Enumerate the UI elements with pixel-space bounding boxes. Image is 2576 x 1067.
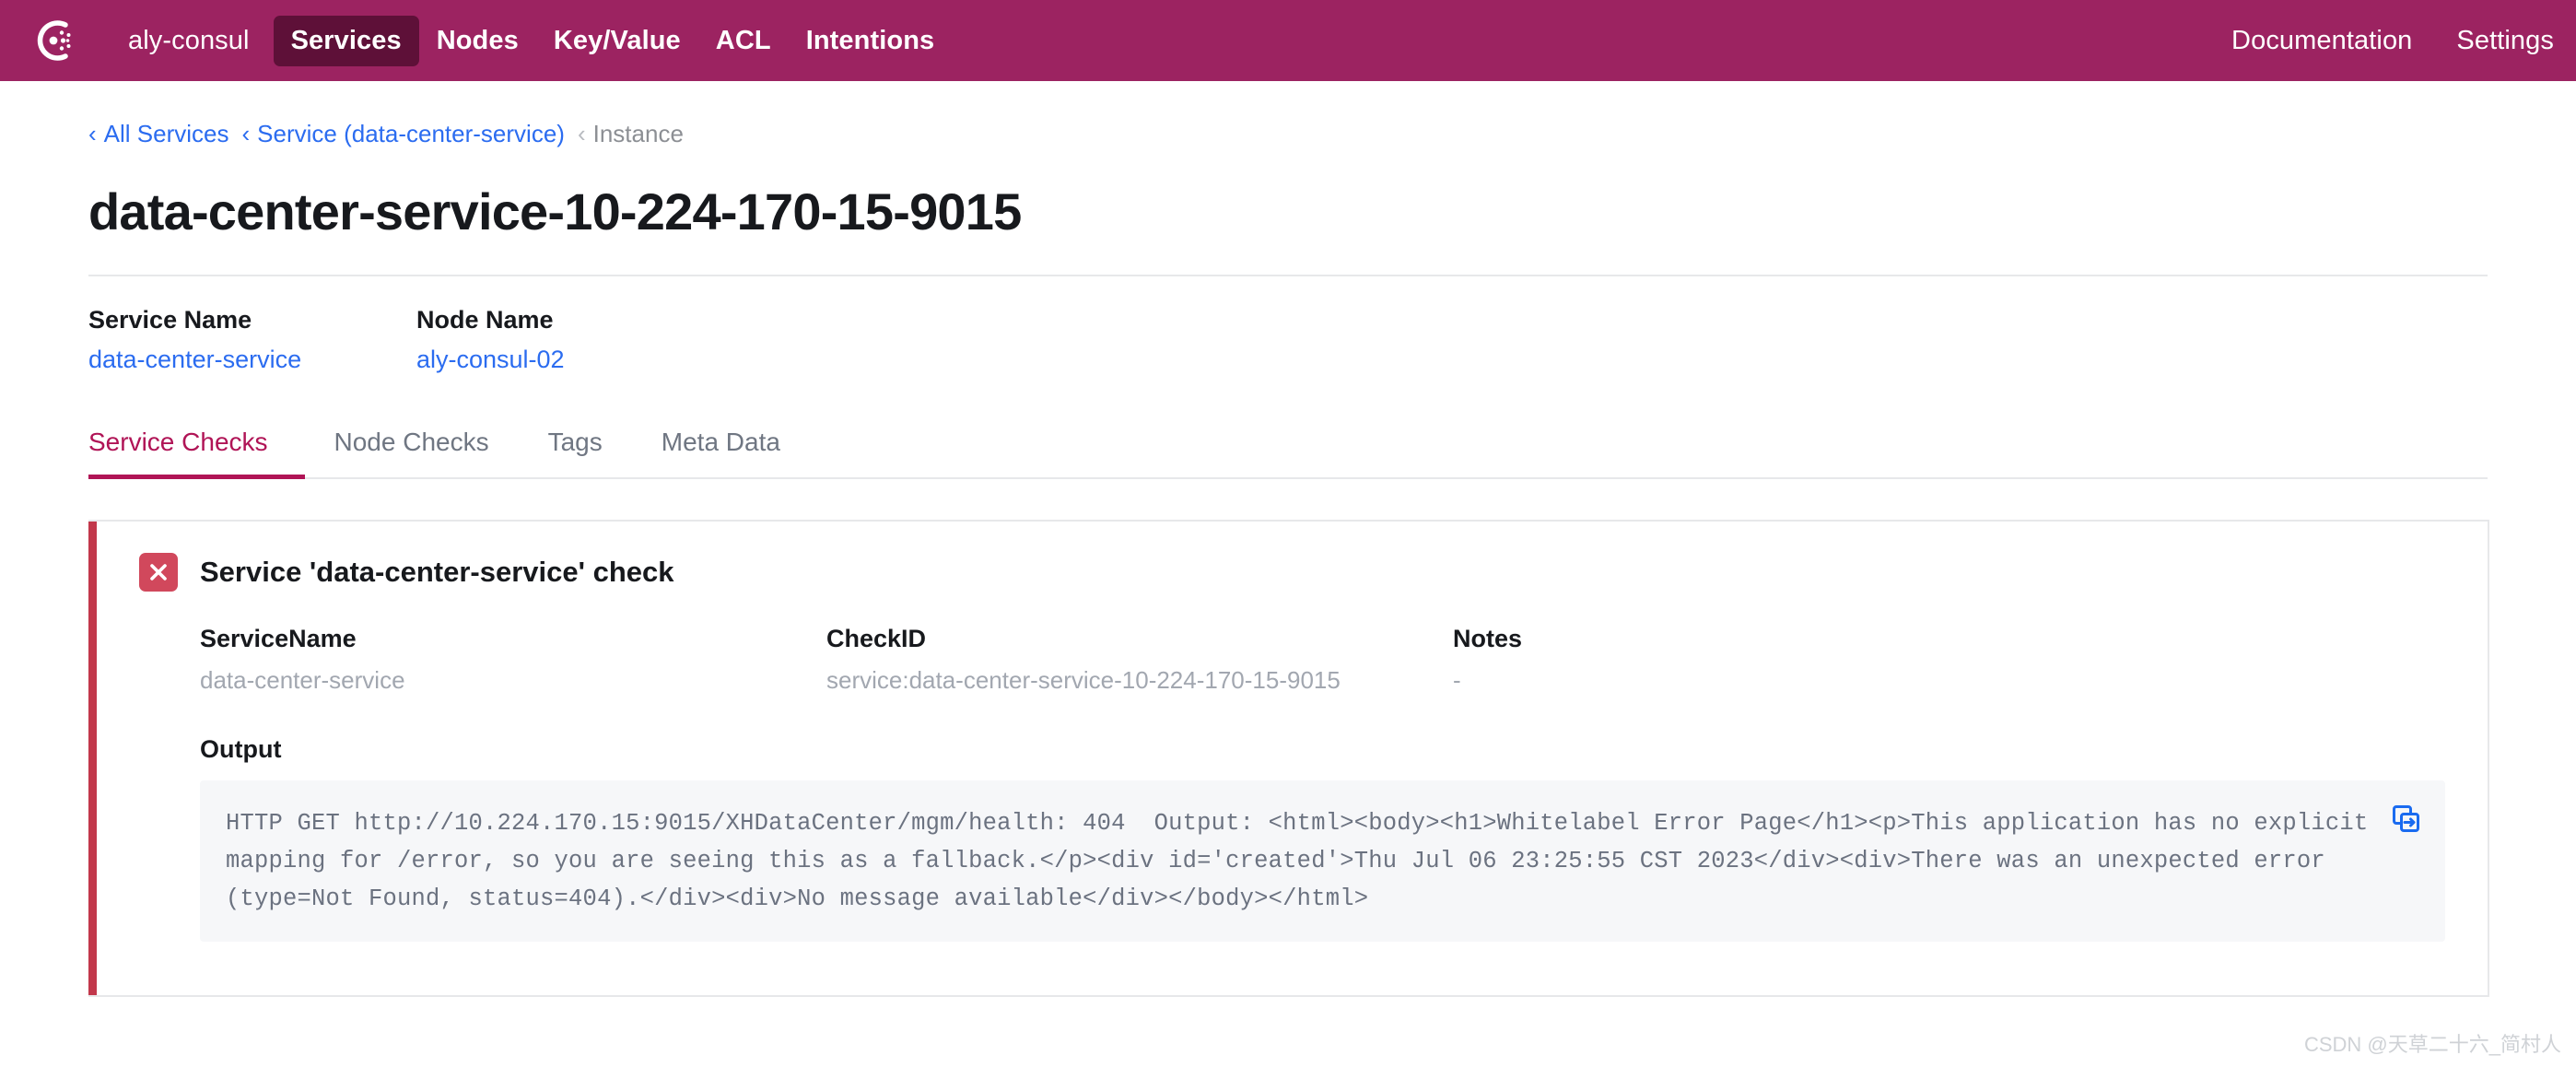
meta-value-link[interactable]: data-center-service — [88, 346, 416, 374]
meta-value-link[interactable]: aly-consul-02 — [416, 346, 565, 374]
tab-meta-data[interactable]: Meta Data — [632, 413, 810, 477]
top-navbar: aly-consul Services Nodes Key/Value ACL … — [0, 0, 2576, 81]
output-code-block: HTTP GET http://10.224.170.15:9015/XHDat… — [200, 780, 2445, 942]
instance-meta: Service Name data-center-service Node Na… — [88, 306, 2488, 413]
nav-item-settings[interactable]: Settings — [2434, 16, 2576, 66]
field-label: CheckID — [826, 625, 927, 652]
field-value: - — [1453, 666, 1461, 694]
breadcrumb-item-all-services[interactable]: ‹ All Services — [88, 120, 229, 148]
breadcrumb-item-service[interactable]: ‹ Service (data-center-service) — [242, 120, 565, 148]
chevron-left-icon: ‹ — [241, 120, 251, 147]
check-card-body: Service 'data-center-service' check Serv… — [97, 522, 2488, 995]
field-label: Notes — [1453, 625, 1523, 652]
copy-icon[interactable] — [2388, 801, 2425, 838]
field-label: ServiceName — [200, 625, 357, 652]
tab-service-checks[interactable]: Service Checks — [88, 413, 305, 479]
consul-logo-icon[interactable] — [31, 18, 77, 64]
breadcrumb-item-instance: ‹ Instance — [578, 120, 684, 148]
breadcrumb-label: Instance — [592, 120, 684, 147]
field-notes: Notes - — [1453, 625, 1522, 695]
field-check-id: CheckID service:data-center-service-10-2… — [826, 625, 1453, 695]
page-content: ‹ All Services ‹ Service (data-center-se… — [0, 81, 2576, 997]
output-text: HTTP GET http://10.224.170.15:9015/XHDat… — [226, 810, 2383, 912]
output-label: Output — [200, 735, 282, 763]
nav-secondary-items: Documentation Settings — [2209, 0, 2576, 81]
chevron-left-icon: ‹ — [577, 120, 586, 147]
meta-service-name: Service Name data-center-service — [88, 306, 416, 374]
meta-label: Node Name — [416, 306, 554, 334]
nav-brand[interactable]: aly-consul — [111, 16, 274, 66]
nav-item-intentions[interactable]: Intentions — [789, 16, 953, 66]
tab-bar: Service Checks Node Checks Tags Meta Dat… — [88, 413, 2488, 479]
breadcrumb-label: Service (data-center-service) — [257, 120, 565, 147]
tab-tags[interactable]: Tags — [519, 413, 632, 477]
page-title: data-center-service-10-224-170-15-9015 — [88, 182, 2488, 276]
field-value: service:data-center-service-10-224-170-1… — [826, 666, 1341, 694]
nav-item-acl[interactable]: ACL — [698, 16, 789, 66]
field-service-name: ServiceName data-center-service — [200, 625, 826, 695]
meta-node-name: Node Name aly-consul-02 — [416, 306, 565, 374]
breadcrumb-label: All Services — [103, 120, 229, 147]
meta-label: Service Name — [88, 306, 252, 334]
check-status-accent-bar — [88, 522, 97, 995]
check-header: Service 'data-center-service' check — [139, 553, 2445, 592]
field-value: data-center-service — [200, 666, 405, 694]
check-title: Service 'data-center-service' check — [200, 556, 674, 588]
check-card: Service 'data-center-service' check Serv… — [88, 520, 2489, 997]
output-section: Output HTTP GET http://10.224.170.15:901… — [139, 735, 2445, 942]
nav-item-nodes[interactable]: Nodes — [419, 16, 536, 66]
tab-node-checks[interactable]: Node Checks — [305, 413, 519, 477]
nav-primary-items: aly-consul Services Nodes Key/Value ACL … — [111, 15, 953, 66]
breadcrumb: ‹ All Services ‹ Service (data-center-se… — [88, 81, 2488, 148]
nav-item-documentation[interactable]: Documentation — [2209, 16, 2434, 66]
x-mark-icon — [139, 553, 178, 592]
nav-item-services[interactable]: Services — [273, 15, 419, 66]
chevron-left-icon: ‹ — [88, 120, 97, 147]
watermark: CSDN @天草二十六_简村人 — [2303, 1033, 2561, 1056]
nav-item-key-value[interactable]: Key/Value — [536, 16, 698, 66]
check-fields: ServiceName data-center-service CheckID … — [139, 625, 2445, 695]
